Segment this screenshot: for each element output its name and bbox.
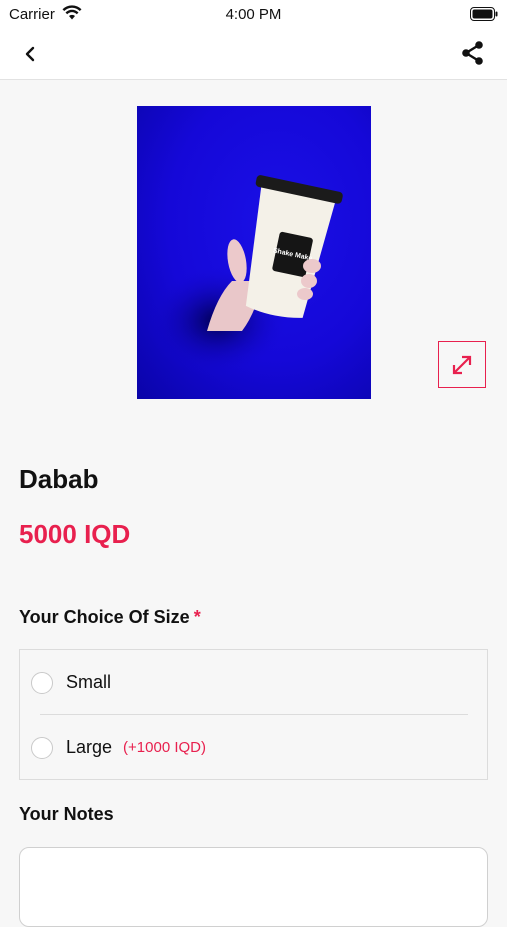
- size-section-label: Your Choice Of Size: [19, 607, 190, 627]
- expand-icon: [452, 355, 472, 374]
- size-option-large[interactable]: Large (+1000 IQD): [20, 715, 487, 780]
- share-icon: [462, 41, 483, 65]
- notes-input[interactable]: [19, 847, 488, 927]
- product-name: Dabab: [19, 464, 99, 494]
- product-price: 5000 IQD: [19, 519, 131, 549]
- option-extra-price: (+1000 IQD): [123, 739, 207, 756]
- battery-icon: [470, 7, 498, 26]
- expand-image-button[interactable]: [438, 341, 486, 388]
- back-button[interactable]: [16, 40, 44, 68]
- radio-button[interactable]: [31, 736, 53, 759]
- radio-button[interactable]: [31, 671, 53, 694]
- navigation-bar: [0, 28, 507, 80]
- chevron-left-icon: [25, 46, 35, 62]
- required-mark: *: [193, 607, 201, 627]
- product-image[interactable]: Shake Make: [137, 106, 371, 399]
- size-option-small[interactable]: Small: [20, 650, 487, 715]
- product-photo: Shake Make: [147, 175, 343, 376]
- size-section-title: Your Choice Of Size *: [19, 607, 201, 628]
- option-label: Small: [66, 672, 112, 692]
- status-bar: Carrier 4:00 PM: [0, 0, 507, 28]
- option-label: Large: [66, 737, 113, 757]
- size-options-list: Small Large (+1000 IQD): [19, 649, 488, 780]
- share-button[interactable]: [459, 39, 487, 67]
- clock-time: 4:00 PM: [225, 6, 282, 23]
- notes-section-title: Your Notes: [19, 804, 114, 824]
